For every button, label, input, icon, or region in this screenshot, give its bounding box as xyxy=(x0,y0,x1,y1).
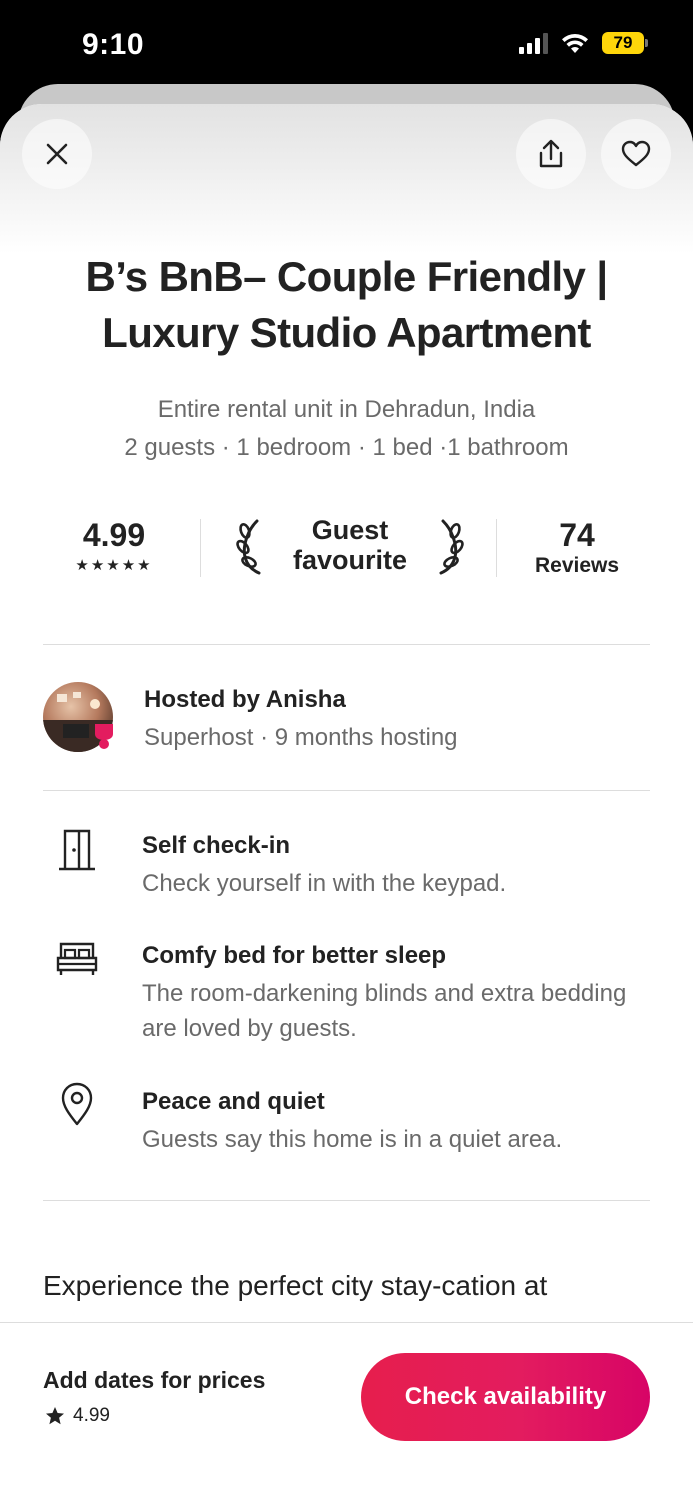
section-divider xyxy=(43,644,650,645)
status-bar: 9:10 79 xyxy=(0,0,693,90)
map-pin-icon xyxy=(52,1079,102,1129)
listing-sheet: B’s BnB– Couple Friendly | Luxury Studio… xyxy=(0,104,693,1500)
feature-title: Comfy bed for better sleep xyxy=(142,942,447,969)
heart-icon xyxy=(621,140,651,167)
star-rating-icon: ★★★★★ xyxy=(75,557,153,574)
guest-favourite-badge[interactable]: Guest favourite xyxy=(235,509,465,589)
feature-description: Check yourself in with the keypad. xyxy=(142,870,507,897)
guest-favourite-label: Guest favourite xyxy=(292,515,408,575)
door-icon xyxy=(52,824,102,874)
feature-title: Peace and quiet xyxy=(142,1088,325,1115)
feature-description: Guests say this home is in a quiet area. xyxy=(142,1126,563,1153)
check-availability-button[interactable]: Check availability xyxy=(361,1353,650,1441)
laurel-right-icon xyxy=(439,519,464,575)
header-gradient xyxy=(0,104,693,254)
feature-title: Self check-in xyxy=(142,832,291,859)
booking-footer: Add dates for prices 4.99 Check availabi… xyxy=(0,1322,693,1500)
reviews-link[interactable]: 74 Reviews xyxy=(521,517,633,578)
close-icon xyxy=(46,143,68,165)
save-to-wishlist-button[interactable] xyxy=(601,119,671,189)
divider xyxy=(496,519,497,577)
share-button[interactable] xyxy=(516,119,586,189)
star-icon xyxy=(46,1407,64,1425)
battery-level: 79 xyxy=(602,32,644,54)
rating-value: 4.99 xyxy=(82,517,146,553)
feature-description: The room-darkening blinds and extra bedd… xyxy=(142,980,627,1042)
reviews-label: Reviews xyxy=(534,554,620,577)
cellular-signal-icon xyxy=(519,32,548,54)
rating-summary: 4.99 ★★★★★ xyxy=(43,517,185,574)
laurel-left-icon xyxy=(236,519,261,575)
host-name: Hosted by Anisha xyxy=(144,686,346,713)
bed-icon xyxy=(52,934,102,984)
host-meta: Superhost · 9 months hosting xyxy=(144,724,458,751)
status-icons: 79 xyxy=(519,32,648,54)
footer-rating: 4.99 xyxy=(45,1405,110,1427)
section-divider xyxy=(43,790,650,791)
close-button[interactable] xyxy=(22,119,92,189)
divider xyxy=(200,519,201,577)
stats-row: 4.99 ★★★★★ Guest favourite 74 Reviews xyxy=(43,509,650,589)
listing-details: 2 guests · 1 bedroom · 1 bed ·1 bathroom xyxy=(124,434,569,461)
listing-location: Entire rental unit in Dehradun, India xyxy=(157,396,536,423)
status-time: 9:10 xyxy=(82,28,145,61)
section-divider xyxy=(43,1200,650,1201)
footer-rating-value: 4.99 xyxy=(73,1405,110,1426)
price-prompt[interactable]: Add dates for prices xyxy=(43,1367,265,1394)
wifi-icon xyxy=(562,33,588,53)
battery-icon: 79 xyxy=(602,32,648,54)
reviews-count: 74 xyxy=(559,517,595,553)
listing-description: Experience the perfect city stay-cation … xyxy=(43,1270,548,1301)
listing-title: B’s BnB– Couple Friendly | Luxury Studio… xyxy=(85,253,609,356)
superhost-badge-icon xyxy=(95,724,113,749)
share-icon xyxy=(539,139,563,168)
